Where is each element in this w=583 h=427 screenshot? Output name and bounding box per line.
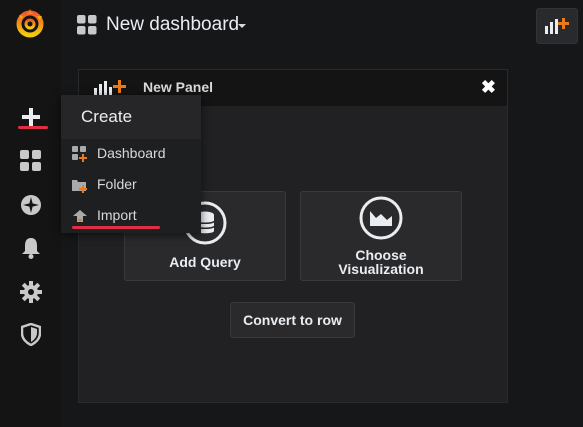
menu-item-dashboard[interactable]: Dashboard [61, 140, 201, 168]
gear-icon [20, 281, 42, 303]
sidebar-item-dashboards[interactable] [15, 145, 47, 177]
folder-add-icon [72, 180, 87, 193]
create-menu-title: Create [81, 107, 133, 126]
panel-title: New Panel [143, 79, 214, 95]
chevron-down-icon[interactable] [238, 24, 246, 28]
bell-icon [22, 238, 40, 259]
create-menu-header[interactable]: Create [61, 95, 201, 139]
dashboard-add-icon [72, 146, 87, 162]
import-highlight-underline [72, 226, 160, 229]
menu-item-dashboard-label: Dashboard [97, 145, 166, 161]
menu-item-folder-label: Folder [97, 176, 137, 192]
sidebar-item-server-admin[interactable] [15, 318, 47, 350]
menu-item-folder[interactable]: Folder [61, 171, 201, 199]
convert-to-row-button[interactable]: Convert to row [230, 302, 355, 338]
close-icon[interactable]: ✖ [481, 78, 496, 96]
dashboard-title[interactable]: New dashboard [106, 14, 239, 36]
dashboard-grid-icon [77, 15, 97, 35]
sidebar-item-configuration[interactable] [15, 276, 47, 308]
add-query-label: Add Query [169, 254, 241, 270]
grafana-logo-icon[interactable] [13, 6, 47, 40]
add-panel-button[interactable] [536, 8, 578, 44]
shield-icon [21, 322, 41, 346]
plus-icon [22, 108, 40, 126]
add-panel-icon [545, 18, 569, 34]
menu-item-import-label: Import [97, 207, 137, 223]
choose-vis-label-line1: Choose [355, 247, 407, 263]
sidebar [0, 0, 61, 427]
area-chart-icon [359, 196, 403, 240]
compass-icon [21, 195, 41, 215]
create-highlight-underline [18, 126, 48, 129]
choose-vis-label-line2: Visualization [338, 261, 424, 277]
sidebar-item-alerting[interactable] [15, 232, 47, 264]
grid-icon [20, 150, 41, 171]
sidebar-item-explore[interactable] [15, 189, 47, 221]
import-icon [73, 210, 87, 222]
create-menu: Create Dashboard Folder Import [61, 95, 201, 233]
choose-visualization-button[interactable]: Choose Visualization [300, 191, 462, 281]
